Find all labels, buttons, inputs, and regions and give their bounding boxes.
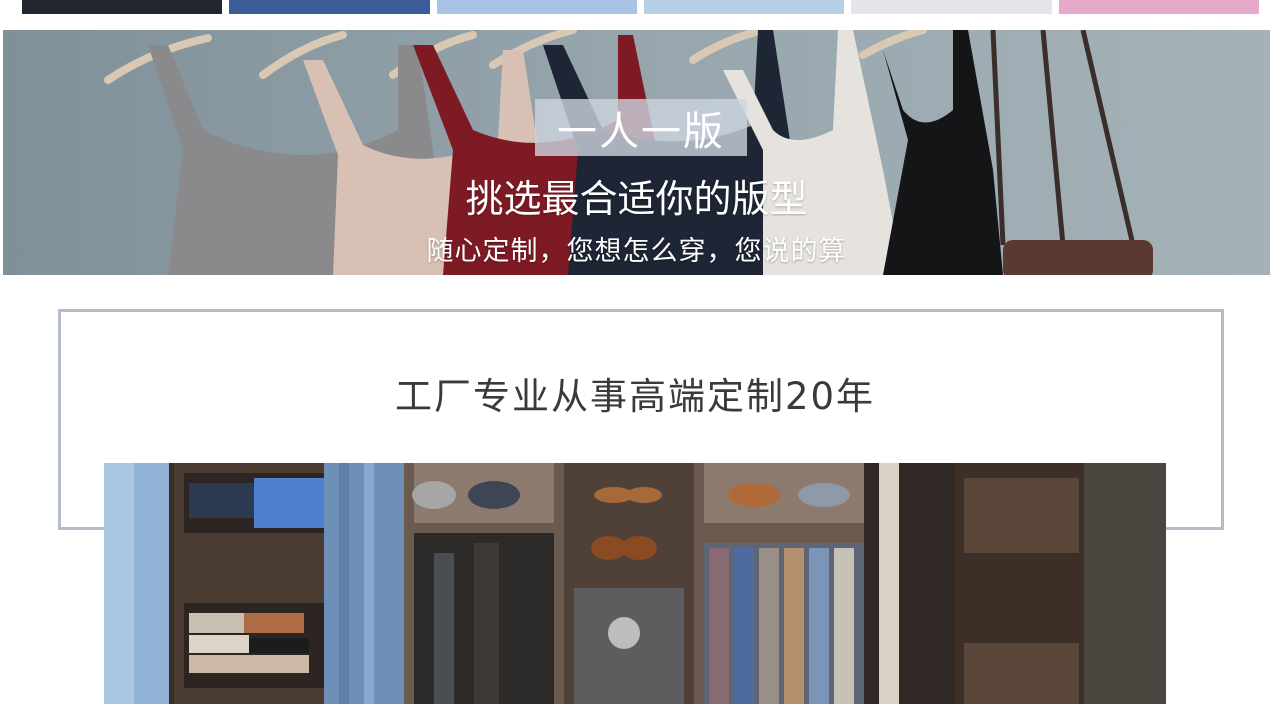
fabric-swatch[interactable] bbox=[229, 0, 430, 14]
closet-illustration bbox=[104, 463, 1166, 704]
fabric-swatch[interactable] bbox=[643, 0, 845, 14]
fabric-swatch[interactable] bbox=[851, 0, 1052, 14]
hero-tag-text: 一人一版 bbox=[557, 108, 725, 155]
hero-tag-badge: 一人一版 bbox=[535, 99, 747, 156]
page: 一人一版 挑选最合适你的版型 随心定制，您想怎么穿，您说的算 工厂专业从事高端定… bbox=[0, 0, 1270, 704]
fabric-swatch[interactable] bbox=[22, 0, 223, 14]
hero-title: 挑选最合适你的版型 bbox=[465, 177, 808, 221]
walk-in-closet-photo bbox=[104, 463, 1166, 704]
fabric-swatch[interactable] bbox=[436, 0, 637, 14]
fabric-swatch-strip bbox=[22, 0, 1259, 14]
factory-heading: 工厂专业从事高端定制20年 bbox=[394, 375, 876, 418]
hero-banner: 一人一版 挑选最合适你的版型 随心定制，您想怎么穿，您说的算 bbox=[3, 30, 1270, 275]
hero-subtitle: 随心定制，您想怎么穿，您说的算 bbox=[426, 236, 847, 267]
fabric-swatch[interactable] bbox=[1058, 0, 1259, 14]
